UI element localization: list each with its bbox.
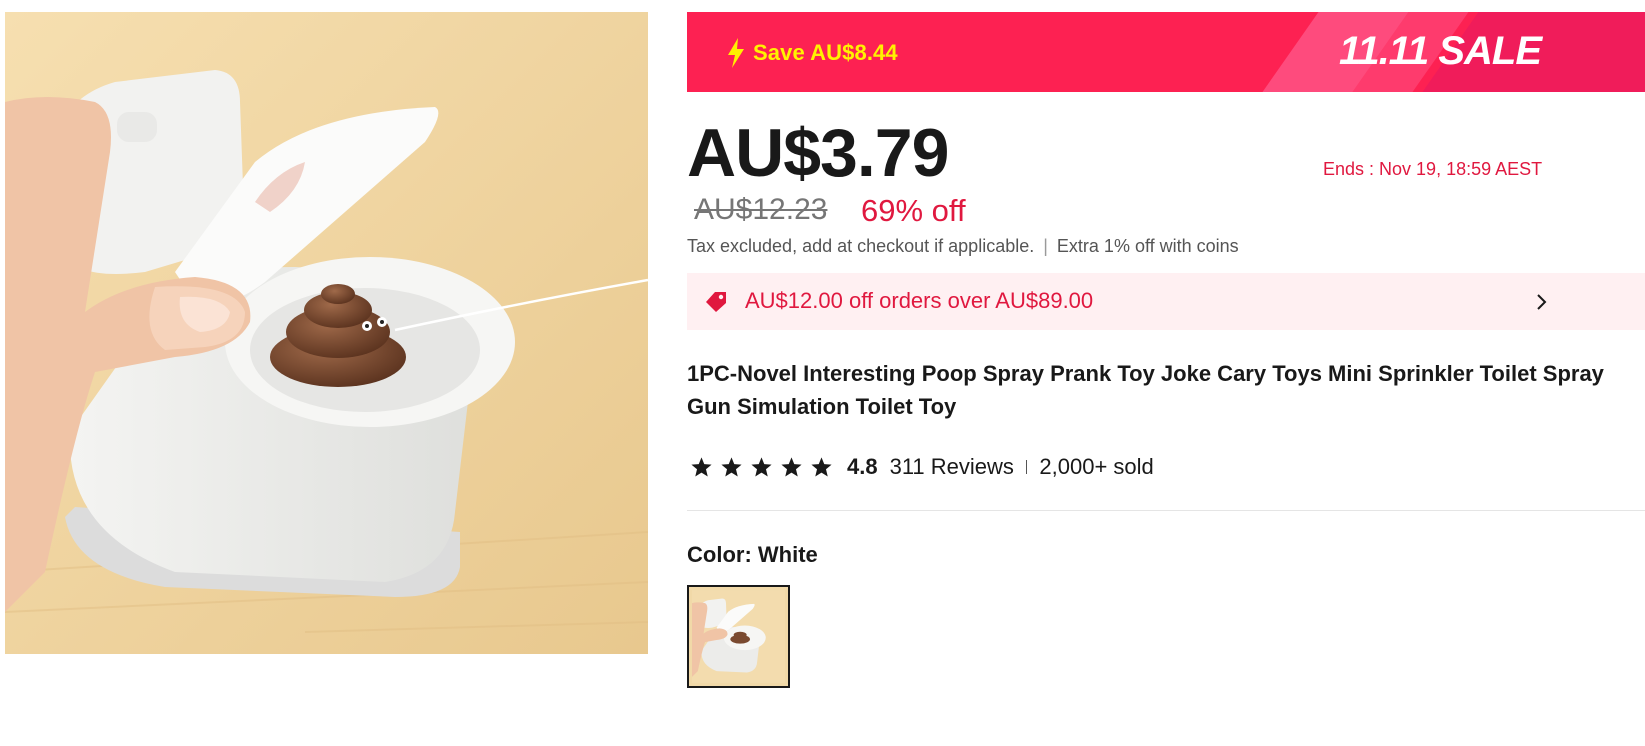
product-info-panel: Save AU$8.44 11.11 SALE AU$3.79 Ends : N… xyxy=(687,12,1645,746)
save-amount: Save AU$8.44 xyxy=(753,40,898,65)
product-main-image[interactable] xyxy=(5,12,648,654)
rating-value: 4.8 xyxy=(847,454,878,479)
toilet-poop-toy-photo xyxy=(5,12,648,654)
product-title: 1PC-Novel Interesting Poop Spray Prank T… xyxy=(687,361,1604,419)
star-icon xyxy=(781,457,802,477)
coins-offer: Extra 1% off with coins xyxy=(1056,236,1239,256)
star-rating[interactable] xyxy=(690,456,833,478)
sale-end-time: Ends : Nov 19, 18:59 AEST xyxy=(1323,159,1543,179)
reviews-link[interactable]: 311 Reviews xyxy=(890,454,1014,480)
tax-text: Tax excluded, add at checkout if applica… xyxy=(687,236,1035,256)
star-icon xyxy=(721,457,742,477)
rating-row: 4.8 311 Reviews 2,000+ sold xyxy=(690,452,1154,482)
separator xyxy=(1025,460,1028,474)
current-price: AU$3.79 xyxy=(687,115,949,191)
color-swatch-white[interactable] xyxy=(687,585,790,688)
divider xyxy=(687,510,1645,511)
separator: | xyxy=(1043,236,1048,256)
color-label: Color: White xyxy=(687,542,818,567)
sold-count: 2,000+ sold xyxy=(1039,454,1154,479)
lightning-bolt-icon xyxy=(728,38,744,68)
star-icon xyxy=(811,457,832,477)
star-icon xyxy=(751,457,772,477)
coupon-text: AU$12.00 off orders over AU$89.00 xyxy=(745,288,1094,313)
discount-percent: 69% off xyxy=(861,193,966,228)
chevron-right-icon[interactable] xyxy=(1535,292,1549,312)
original-price: AU$12.23 xyxy=(694,193,828,226)
flash-sale-banner: Save AU$8.44 11.11 SALE xyxy=(687,12,1645,92)
star-icon xyxy=(691,457,712,477)
sale-event-title: 11.11 SALE xyxy=(1339,29,1542,73)
tax-note: Tax excluded, add at checkout if applica… xyxy=(687,236,1239,257)
coupon-bar[interactable]: AU$12.00 off orders over AU$89.00 xyxy=(687,273,1645,330)
tag-icon xyxy=(706,292,726,312)
swatch-thumbnail xyxy=(692,590,785,683)
